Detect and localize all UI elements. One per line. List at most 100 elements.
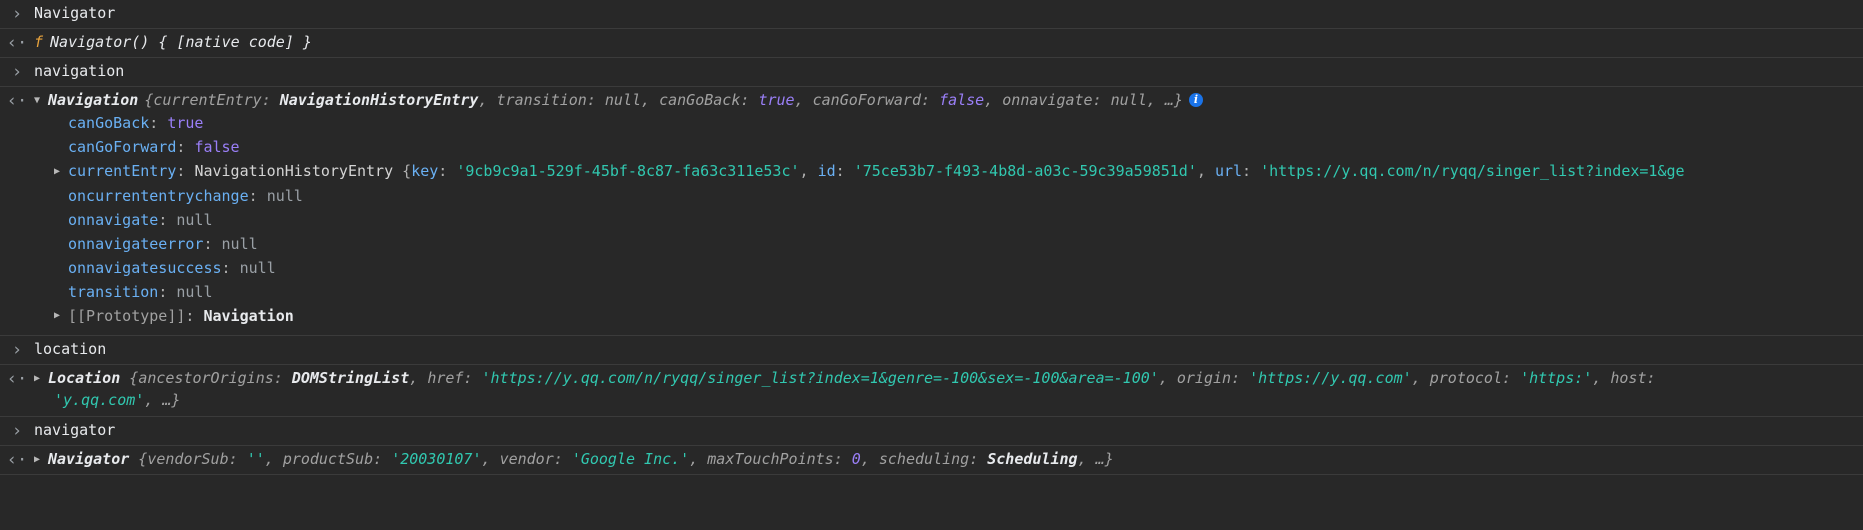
preview-prop-value: NavigationHistoryEntry (279, 91, 479, 109)
preview-prop-value: DOMStringList (291, 369, 410, 387)
result-arrow-icon (0, 91, 34, 111)
inline-part: 'https://y.qq.com/n/ryqq/singer_list?ind… (1260, 162, 1685, 180)
property-name: oncurrententrychange (68, 186, 249, 205)
function-signature: Navigator() { [native code] } (50, 33, 312, 51)
object-preview-open: { (144, 91, 154, 109)
property-value: true (167, 114, 204, 132)
preview-sep: : (1092, 91, 1111, 109)
preview-sep: : (1646, 369, 1656, 387)
property-name: transition (68, 282, 159, 301)
preview-prop-value: '20030107' (391, 450, 482, 468)
property-colon: : (176, 162, 195, 180)
inline-part: : (438, 162, 457, 180)
preview-prop-value: 'Google Inc.' (571, 450, 690, 468)
object-property-row[interactable]: transition: null (0, 280, 1863, 304)
console-input-row[interactable]: navigation (0, 57, 1863, 86)
preview-sep: , (409, 369, 428, 387)
object-property-row[interactable]: onnavigateerror: null (0, 232, 1863, 256)
console-input-row[interactable]: Navigator (0, 0, 1863, 28)
object-prototype-row[interactable]: [[Prototype]]: Navigation (0, 304, 1863, 332)
preview-prop-name: transition (496, 91, 587, 109)
property-colon: : (149, 114, 168, 132)
property-value: false (194, 138, 240, 156)
object-property-row[interactable]: onnavigate: null (0, 208, 1863, 232)
console-input-text: location (34, 340, 107, 358)
inline-part: url (1214, 162, 1243, 180)
inline-part: '9cb9c9a1-529f-45bf-8c87-fa63c311e53c' (456, 162, 800, 180)
property-colon: : (185, 306, 204, 325)
preview-prop-value: 'https:' (1520, 369, 1593, 387)
inline-part: : (1242, 162, 1261, 180)
expand-collapse-triangle-icon[interactable] (34, 454, 46, 465)
preview-prop-name: href (427, 369, 464, 387)
preview-prop-name: onnavigate (1002, 91, 1093, 109)
object-header[interactable]: Navigator {vendorSub: '', productSub: '2… (34, 450, 1114, 468)
expand-collapse-triangle-icon[interactable] (34, 373, 46, 384)
preview-comma: , (478, 91, 497, 109)
expand-collapse-triangle-icon[interactable] (54, 306, 66, 326)
preview-sep: : (921, 91, 940, 109)
object-property-row[interactable]: canGoForward: false (0, 135, 1863, 159)
preview-sep: : (1231, 369, 1250, 387)
prototype-value: Navigation (203, 306, 294, 325)
expand-collapse-triangle-icon[interactable] (54, 162, 66, 182)
inline-part: : (835, 162, 854, 180)
property-colon: : (158, 210, 177, 229)
preview-comma: , (984, 91, 1003, 109)
console-input-row[interactable]: location (0, 335, 1863, 364)
object-header[interactable]: Navigation {currentEntry: NavigationHisto… (34, 91, 1203, 109)
property-value: null (239, 258, 276, 277)
preview-sep: : (553, 450, 572, 468)
object-property-row[interactable]: canGoBack: true (0, 111, 1863, 135)
preview-prop-value: 'https://y.qq.com/n/ryqq/singer_list?ind… (481, 369, 1159, 387)
preview-prop-value: null (604, 91, 642, 109)
property-value: null (176, 210, 213, 229)
result-arrow-icon (0, 450, 34, 470)
preview-sep: : (969, 450, 988, 468)
preview-prop-value: 'https://y.qq.com' (1249, 369, 1412, 387)
object-class-name: Navigation (48, 91, 139, 109)
property-colon: : (176, 138, 195, 156)
inline-part: id (817, 162, 836, 180)
console-output-function: f Navigator() { [native code] } (34, 33, 312, 51)
preview-sep: , (1411, 369, 1430, 387)
preview-sep: : (273, 369, 292, 387)
preview-prop-name: currentEntry (153, 91, 262, 109)
prompt-arrow-icon (0, 421, 34, 441)
preview-sep: : (261, 91, 280, 109)
object-property-row[interactable]: onnavigatesuccess: null (0, 256, 1863, 280)
preview-comma: , (641, 91, 660, 109)
console-output-object-row[interactable]: Location {ancestorOrigins: DOMStringList… (0, 364, 1863, 416)
object-class-name: Navigator (48, 450, 130, 468)
prompt-arrow-icon (0, 4, 34, 24)
preview-prop-value: true (758, 91, 795, 109)
preview-prop-value: '' (246, 450, 265, 468)
console-output-object-row[interactable]: Navigation{currentEntry: NavigationHisto… (0, 86, 1863, 335)
property-name: canGoBack (68, 114, 150, 132)
expand-collapse-triangle-icon[interactable] (34, 95, 46, 106)
preview-prop-name: protocol (1429, 369, 1502, 387)
preview-sep: , (264, 450, 283, 468)
object-property-row[interactable]: currentEntry: NavigationHistoryEntry {ke… (0, 159, 1863, 184)
preview-sep: , (481, 450, 500, 468)
prompt-arrow-icon (0, 62, 34, 82)
console-input-text: Navigator (34, 4, 116, 22)
property-colon: : (158, 282, 177, 301)
inline-part: { (393, 162, 412, 180)
console-input-row[interactable]: navigator (0, 416, 1863, 445)
property-name: currentEntry (68, 162, 177, 180)
preview-sep: , (860, 450, 879, 468)
property-colon: : (248, 186, 267, 205)
console-output-row[interactable]: f Navigator() { [native code] } (0, 28, 1863, 57)
property-value: null (266, 186, 303, 205)
object-property-row[interactable]: oncurrententrychange: null (0, 184, 1863, 208)
preview-sep: , (689, 450, 708, 468)
console-prompt-row[interactable] (0, 474, 1863, 492)
console-output-object-row[interactable]: Navigator {vendorSub: '', productSub: '2… (0, 445, 1863, 474)
info-badge-icon[interactable]: i (1188, 92, 1203, 107)
preview-prop-name: ancestorOrigins (138, 369, 274, 387)
inline-part: , (799, 162, 818, 180)
devtools-console-panel[interactable]: Navigator f Navigator() { [native code] }… (0, 0, 1863, 530)
preview-part: { (120, 369, 139, 387)
object-header[interactable]: Location {ancestorOrigins: DOMStringList… (34, 369, 1656, 387)
